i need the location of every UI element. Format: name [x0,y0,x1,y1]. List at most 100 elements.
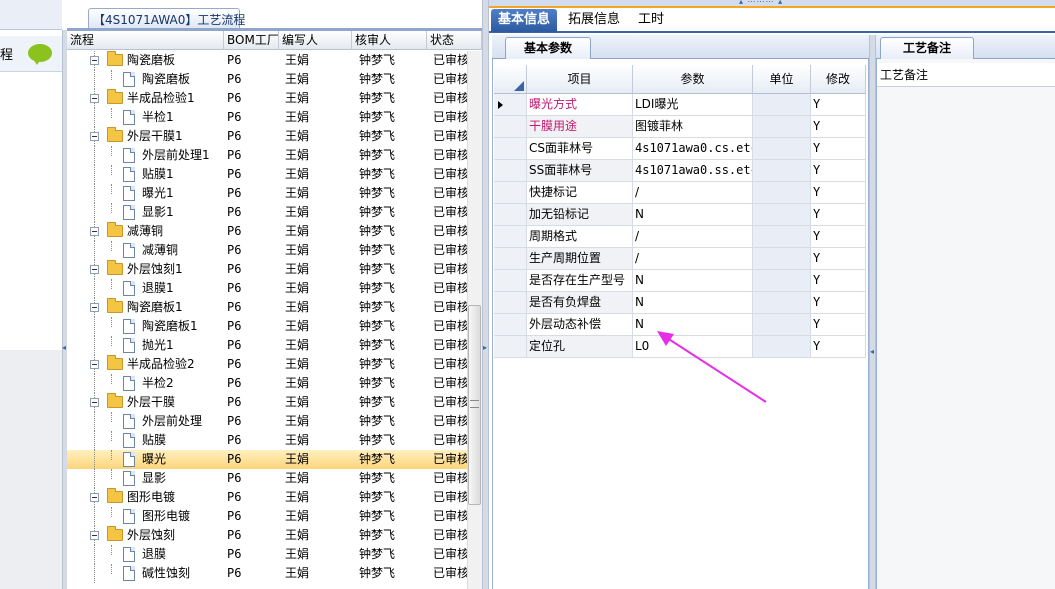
row-indicator[interactable] [494,314,527,336]
row-indicator[interactable] [494,292,527,314]
row-indicator[interactable] [494,336,527,358]
row-indicator[interactable] [494,182,527,204]
tab-process-notes[interactable]: 工艺备注 [880,37,974,59]
table-row[interactable]: 退膜 P6 王娟 钟梦飞 已审核 [67,545,467,564]
tab-basic-params[interactable]: 基本参数 [505,37,591,59]
param-unit-cell[interactable] [753,292,811,314]
collapse-toggle-icon[interactable] [90,493,99,502]
param-value-cell[interactable]: N [633,270,753,292]
table-row[interactable]: 外层前处理 P6 王娟 钟梦飞 已审核 [67,412,467,431]
col-header-flow[interactable]: 流程 [67,31,224,50]
collapse-toggle-icon[interactable] [90,398,99,407]
table-row[interactable]: 陶瓷磨板1 P6 王娟 钟梦飞 已审核 [67,317,467,336]
param-modify-cell[interactable]: Y [811,116,866,138]
collapse-toggle-icon[interactable] [90,132,99,141]
table-row[interactable]: 半成品检验2 P6 王娟 钟梦飞 已审核 [67,355,467,374]
table-row[interactable]: 外层干膜 P6 王娟 钟梦飞 已审核 [67,393,467,412]
table-row[interactable]: 贴膜 P6 王娟 钟梦飞 已审核 [67,431,467,450]
table-row[interactable]: 半检1 P6 王娟 钟梦飞 已审核 [67,108,467,127]
param-unit-cell[interactable] [753,138,811,160]
table-row[interactable]: 陶瓷磨板 P6 王娟 钟梦飞 已审核 [67,51,467,70]
col-header-status[interactable]: 状态 [427,31,482,50]
col-header-unit[interactable]: 单位 [753,65,811,94]
table-row[interactable]: 半检2 P6 王娟 钟梦飞 已审核 [67,374,467,393]
table-row[interactable]: 碱性蚀刻 P6 王娟 钟梦飞 已审核 [67,564,467,583]
table-row[interactable]: 外层前处理1 P6 王娟 钟梦飞 已审核 [67,146,467,165]
param-unit-cell[interactable] [753,160,811,182]
param-modify-cell[interactable]: Y [811,94,866,116]
right-splitter[interactable]: ◂ [869,35,876,589]
table-row[interactable]: 图形电镀 P6 王娟 钟梦飞 已审核 [67,507,467,526]
param-modify-cell[interactable]: Y [811,248,866,270]
chat-bubble-icon[interactable] [28,44,52,65]
table-row[interactable]: 显影 P6 王娟 钟梦飞 已审核 [67,469,467,488]
collapse-toggle-icon[interactable] [90,56,99,65]
tab-work-hours[interactable]: 工时 [631,9,671,32]
table-row[interactable]: 显影1 P6 王娟 钟梦飞 已审核 [67,203,467,222]
process-flow-tab[interactable]: 【4S1071AWA0】工艺流程 [88,8,245,28]
param-value-cell[interactable]: / [633,248,753,270]
table-row[interactable]: 退膜1 P6 王娟 钟梦飞 已审核 [67,279,467,298]
row-indicator[interactable] [494,248,527,270]
param-unit-cell[interactable] [753,270,811,292]
param-modify-cell[interactable]: Y [811,160,866,182]
col-header-modify[interactable]: 修改 [811,65,866,94]
col-header-reviewer[interactable]: 核审人 [352,31,427,50]
param-value-cell[interactable]: / [633,226,753,248]
param-modify-cell[interactable]: Y [811,314,866,336]
row-indicator[interactable] [494,204,527,226]
param-modify-cell[interactable]: Y [811,204,866,226]
param-value-cell[interactable]: N [633,204,753,226]
table-row[interactable]: 陶瓷磨板1 P6 王娟 钟梦飞 已审核 [67,298,467,317]
param-modify-cell[interactable]: Y [811,226,866,248]
param-unit-cell[interactable] [753,94,811,116]
row-indicator[interactable] [494,116,527,138]
table-row[interactable]: 外层蚀刻1 P6 王娟 钟梦飞 已审核 [67,260,467,279]
param-modify-cell[interactable]: Y [811,138,866,160]
row-indicator[interactable] [494,160,527,182]
table-row[interactable]: 外层蚀刻 P6 王娟 钟梦飞 已审核 [67,526,467,545]
param-unit-cell[interactable] [753,248,811,270]
param-modify-cell[interactable]: Y [811,336,866,358]
row-indicator[interactable] [494,226,527,248]
row-indicator[interactable] [494,270,527,292]
param-value-cell[interactable]: 4s1071awa0.ss.etch [633,160,753,182]
collapse-toggle-icon[interactable] [90,303,99,312]
collapse-toggle-icon[interactable] [90,531,99,540]
param-modify-cell[interactable]: Y [811,292,866,314]
param-unit-cell[interactable] [753,182,811,204]
param-value-cell[interactable]: 4s1071awa0.cs.etch [633,138,753,160]
table-row[interactable]: 减薄铜 P6 王娟 钟梦飞 已审核 [67,241,467,260]
param-unit-cell[interactable] [753,116,811,138]
tab-basic-info[interactable]: 基本信息 [491,9,558,32]
center-splitter[interactable]: ▸ [482,0,489,589]
collapse-toggle-icon[interactable] [90,227,99,236]
param-unit-cell[interactable] [753,204,811,226]
table-row[interactable]: 陶瓷磨板 P6 王娟 钟梦飞 已审核 [67,70,467,89]
table-row[interactable]: 曝光1 P6 王娟 钟梦飞 已审核 [67,184,467,203]
col-header-item[interactable]: 项目 [527,65,633,94]
grid-corner[interactable] [494,65,527,94]
table-row[interactable]: 贴膜1 P6 王娟 钟梦飞 已审核 [67,165,467,184]
param-modify-cell[interactable]: Y [811,270,866,292]
table-row[interactable]: 半成品检验1 P6 王娟 钟梦飞 已审核 [67,89,467,108]
table-row[interactable]: 抛光1 P6 王娟 钟梦飞 已审核 [67,336,467,355]
table-row[interactable]: 曝光 P6 王娟 钟梦飞 已审核 [67,450,467,469]
collapse-toggle-icon[interactable] [90,265,99,274]
col-header-bom[interactable]: BOM工厂 [224,31,279,50]
collapse-toggle-icon[interactable] [90,360,99,369]
col-header-writer[interactable]: 编写人 [279,31,352,50]
param-value-cell[interactable]: N [633,292,753,314]
row-indicator[interactable] [494,138,527,160]
param-unit-cell[interactable] [753,226,811,248]
tab-extended-info[interactable]: 拓展信息 [561,9,627,32]
param-value-cell[interactable]: / [633,182,753,204]
col-header-param[interactable]: 参数 [633,65,753,94]
table-row[interactable]: 图形电镀 P6 王娟 钟梦飞 已审核 [67,488,467,507]
param-modify-cell[interactable]: Y [811,182,866,204]
table-row[interactable]: 外层干膜1 P6 王娟 钟梦飞 已审核 [67,127,467,146]
row-indicator[interactable] [494,94,527,116]
collapse-toggle-icon[interactable] [90,94,99,103]
param-value-cell[interactable]: LDI曝光 [633,94,753,116]
table-row[interactable]: 减薄铜 P6 王娟 钟梦飞 已审核 [67,222,467,241]
